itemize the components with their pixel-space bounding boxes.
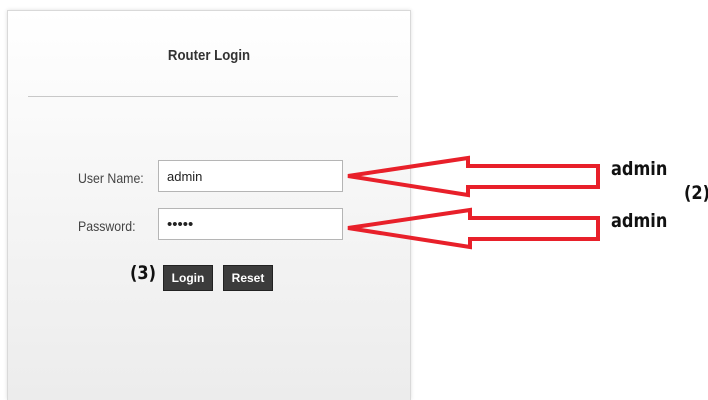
- step-credentials-annotation: (2): [684, 182, 708, 204]
- password-hint-annotation: admin: [611, 210, 668, 232]
- password-arrow-icon: [347, 207, 600, 250]
- annotation-arrows: [347, 155, 600, 250]
- username-hint-annotation: admin: [611, 158, 668, 180]
- username-arrow-icon: [347, 155, 600, 198]
